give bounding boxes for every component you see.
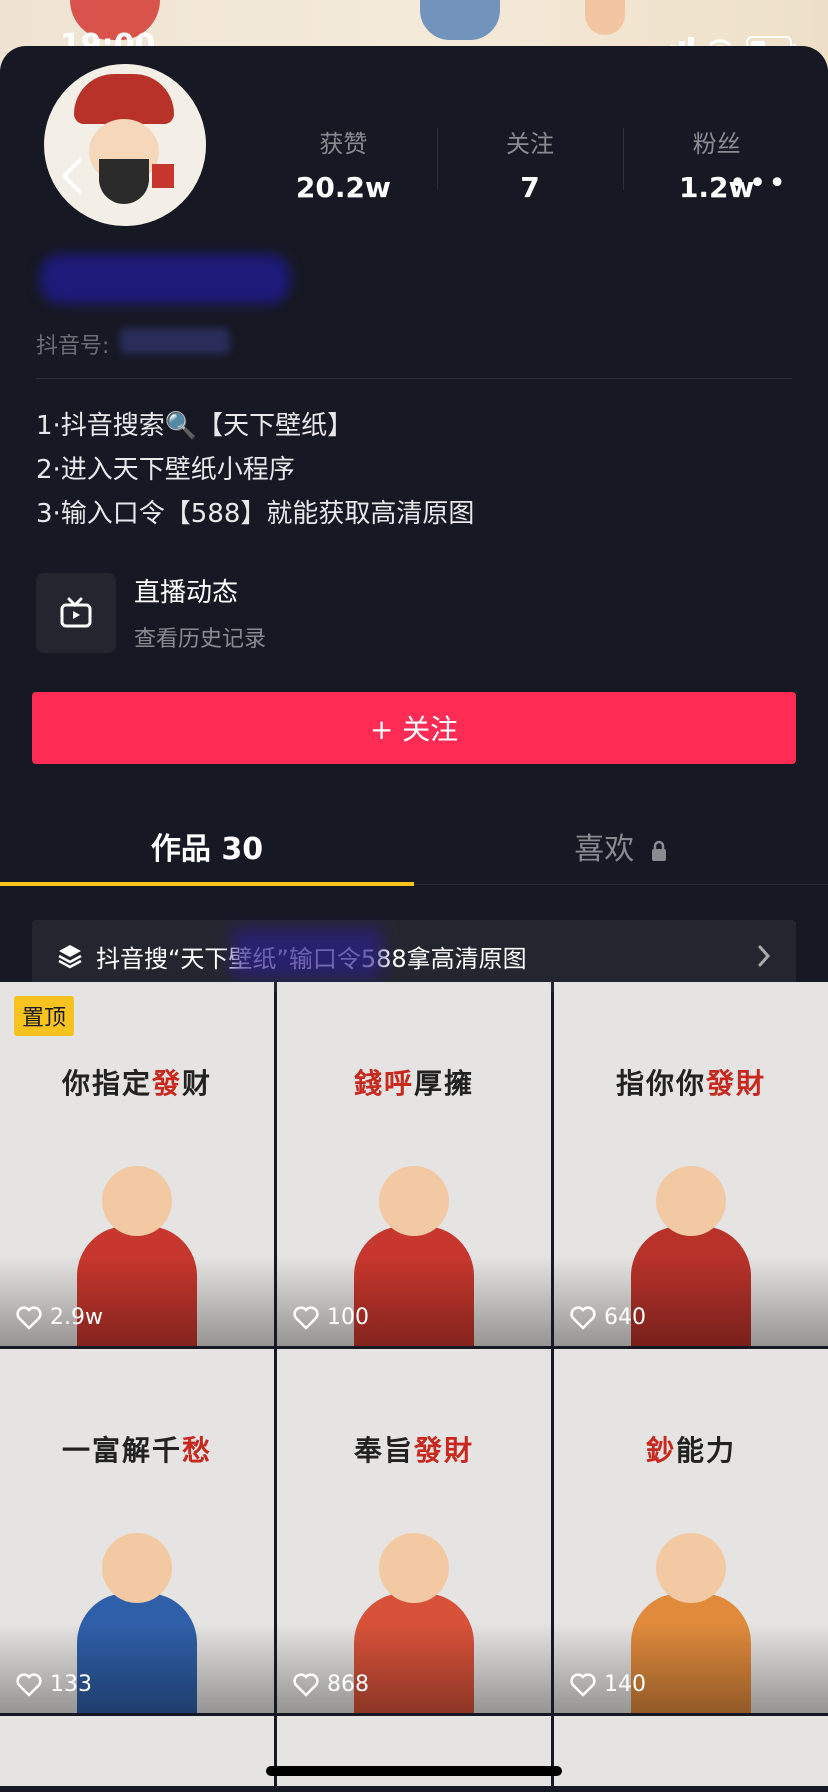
thumbnail-title: 奉旨發財 [353,1434,475,1467]
tab-works-label: 作品 30 [150,832,264,867]
like-count: 640 [570,1305,646,1330]
thumbnail-title: 鈔能力 [645,1434,737,1467]
like-count: 133 [16,1672,92,1697]
notice-redaction [232,928,382,978]
banner-figure [585,0,625,35]
douyin-id-label: 抖音号: [36,334,110,359]
stat-label: 粉丝 [692,130,741,158]
live-tv-icon [36,572,116,653]
banner-figure [420,0,500,40]
thumbnail-title: 你指定發财 [61,1067,213,1100]
video-thumbnail[interactable]: 一富解千愁 133 [0,1349,274,1713]
bio: 1·抖音搜索🔍【天下壁纸】 2·进入天下壁纸小程序 3·输入口令【588】就能获… [36,404,474,536]
tab-indicator [0,882,414,886]
profile-tabs: 作品 30 喜欢 [0,806,828,886]
layers-icon [58,945,82,969]
stat-following[interactable]: 关注 7 [436,124,624,204]
live-subtitle: 查看历史记录 [134,627,267,652]
stat-value: 7 [520,171,540,204]
divider [36,378,792,379]
profile-stats: 获赞 20.2w 关注 7 粉丝 1.2w [250,124,810,204]
video-grid: 置顶 你指定發财 2.9w 錢呼厚擁 100 指你你發財 640 一富解千愁 1… [0,982,828,1786]
bio-line: 1·抖音搜索🔍【天下壁纸】 [36,411,354,441]
thumbnail-title: 錢呼厚擁 [353,1067,475,1100]
username-redacted [40,254,290,304]
stat-value: 20.2w [295,171,391,204]
follow-button[interactable]: + 关注 [32,692,796,764]
back-arrow-icon[interactable] [58,156,88,196]
tab-likes[interactable]: 喜欢 [414,824,828,868]
home-indicator[interactable] [266,1766,562,1776]
thumbnail-title: 指你你發財 [615,1067,767,1100]
tab-works[interactable]: 作品 30 [0,824,414,868]
stat-likes[interactable]: 获赞 20.2w [250,124,437,204]
pinned-badge: 置顶 [14,996,75,1036]
bio-line: 2·进入天下壁纸小程序 [36,455,295,485]
heart-icon [293,1672,319,1697]
stat-label: 关注 [506,130,554,158]
video-thumbnail[interactable]: 指你你發財 640 [554,982,828,1346]
video-thumbnail[interactable]: 錢呼厚擁 100 [277,982,551,1346]
heart-icon [16,1672,42,1697]
live-history-entry[interactable]: 直播动态 查看历史记录 [36,572,266,653]
lock-icon [651,840,666,861]
like-count: 100 [293,1305,369,1330]
video-thumbnail[interactable] [554,1716,828,1786]
more-options-icon[interactable]: ••• [729,166,788,201]
douyin-id-redacted [120,328,230,354]
heart-icon [293,1305,319,1330]
heart-icon [570,1305,596,1330]
like-count: 140 [570,1672,646,1697]
live-title: 直播动态 [134,578,239,608]
heart-icon [570,1672,596,1697]
like-count: 868 [293,1672,369,1697]
stat-label: 获赞 [319,130,368,158]
like-count: 2.9w [16,1305,103,1330]
bio-line: 3·输入口令【588】就能获取高清原图 [36,499,475,529]
video-thumbnail[interactable]: 鈔能力 140 [554,1349,828,1713]
tab-likes-label: 喜欢 [574,832,635,867]
thumbnail-title: 一富解千愁 [61,1434,213,1467]
avatar[interactable] [40,60,210,230]
chevron-right-icon [758,945,771,967]
heart-icon [16,1305,42,1330]
video-thumbnail[interactable] [0,1716,274,1786]
video-thumbnail[interactable]: 置顶 你指定發财 2.9w [0,982,274,1346]
video-thumbnail[interactable]: 奉旨發財 868 [277,1349,551,1713]
